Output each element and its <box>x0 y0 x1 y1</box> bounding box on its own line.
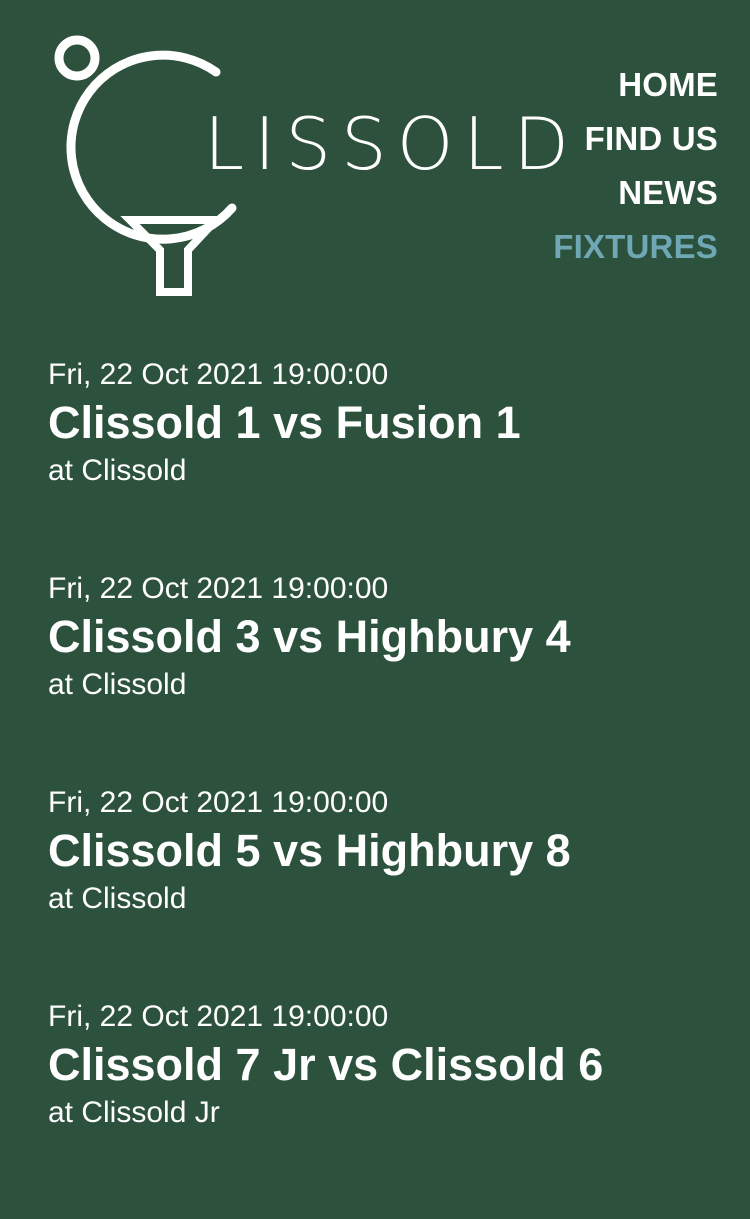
fixture-venue: at Clissold Jr <box>48 1096 220 1129</box>
logo-wordmark: LISSOLD <box>204 102 579 186</box>
fixture-item: Fri, 22 Oct 2021 19:00:00 Clissold 5 vs … <box>48 782 718 996</box>
fixture-item: Fri, 22 Oct 2021 19:00:00 Clissold 3 vs … <box>48 568 718 782</box>
fixture-date: Fri, 22 Oct 2021 19:00:00 <box>48 358 389 391</box>
fixture-venue: at Clissold <box>48 454 187 487</box>
fixture-date: Fri, 22 Oct 2021 19:00:00 <box>48 786 389 819</box>
fixture-venue: at Clissold <box>48 882 187 915</box>
fixture-title: Clissold 3 vs Highbury 4 <box>48 611 571 662</box>
nav-item-news[interactable]: NEWS <box>553 166 718 220</box>
clissold-logo[interactable]: LISSOLD <box>48 30 569 305</box>
fixtures-list: Fri, 22 Oct 2021 19:00:00 Clissold 1 vs … <box>48 354 718 1210</box>
fixture-date: Fri, 22 Oct 2021 19:00:00 <box>48 572 389 605</box>
nav-item-find-us[interactable]: FIND US <box>553 112 718 166</box>
fixture-date: Fri, 22 Oct 2021 19:00:00 <box>48 1000 389 1033</box>
fixture-venue: at Clissold <box>48 668 187 701</box>
fixture-item: Fri, 22 Oct 2021 19:00:00 Clissold 1 vs … <box>48 354 718 568</box>
fixture-title: Clissold 1 vs Fusion 1 <box>48 397 521 448</box>
main-nav: HOME FIND US NEWS FIXTURES <box>553 58 718 274</box>
fixture-title: Clissold 7 Jr vs Clissold 6 <box>48 1039 604 1090</box>
nav-item-home[interactable]: HOME <box>553 58 718 112</box>
fixture-title: Clissold 5 vs Highbury 8 <box>48 825 571 876</box>
fixture-item: Fri, 22 Oct 2021 19:00:00 Clissold 7 Jr … <box>48 996 718 1210</box>
nav-item-fixtures[interactable]: FIXTURES <box>553 220 718 274</box>
site-header: LISSOLD HOME FIND US NEWS FIXTURES <box>0 0 750 320</box>
